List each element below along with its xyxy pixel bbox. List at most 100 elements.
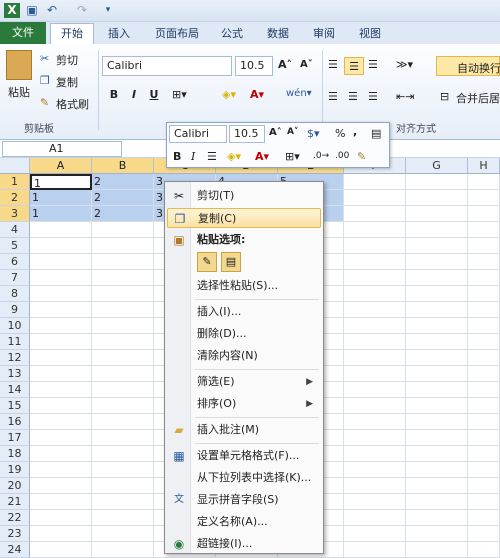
cell[interactable] bbox=[92, 222, 154, 238]
cell[interactable] bbox=[468, 542, 500, 558]
row-header[interactable]: 8 bbox=[0, 286, 30, 302]
row-header[interactable]: 18 bbox=[0, 446, 30, 462]
tab-review[interactable]: 审阅 bbox=[304, 24, 344, 44]
borders-icon[interactable]: ⊞▾ bbox=[172, 88, 187, 101]
align-bottom-icon[interactable]: ☰ bbox=[368, 58, 378, 71]
cell[interactable]: 2 bbox=[92, 206, 154, 222]
tab-formulas[interactable]: 公式 bbox=[212, 24, 252, 44]
cell[interactable] bbox=[344, 494, 406, 510]
row-header[interactable]: 3 bbox=[0, 206, 30, 222]
cell[interactable] bbox=[30, 238, 92, 254]
cell[interactable] bbox=[344, 462, 406, 478]
row-header[interactable]: 17 bbox=[0, 430, 30, 446]
cell[interactable] bbox=[344, 270, 406, 286]
cell[interactable] bbox=[92, 494, 154, 510]
cell[interactable] bbox=[30, 542, 92, 558]
phonetic-icon[interactable]: wén▾ bbox=[286, 88, 312, 99]
copy-button[interactable]: 复制 bbox=[56, 74, 78, 90]
cell[interactable] bbox=[30, 446, 92, 462]
cell[interactable]: 2 bbox=[92, 190, 154, 206]
cell[interactable] bbox=[468, 366, 500, 382]
cell[interactable] bbox=[92, 478, 154, 494]
cell[interactable] bbox=[406, 398, 468, 414]
cell[interactable] bbox=[30, 398, 92, 414]
cell[interactable] bbox=[344, 478, 406, 494]
row-header[interactable]: 19 bbox=[0, 462, 30, 478]
tab-file[interactable]: 文件 bbox=[0, 22, 46, 44]
cell[interactable] bbox=[344, 398, 406, 414]
cell[interactable] bbox=[30, 222, 92, 238]
cell[interactable] bbox=[30, 382, 92, 398]
cell[interactable] bbox=[468, 398, 500, 414]
align-center-icon[interactable]: ☰ bbox=[348, 90, 358, 103]
cell[interactable] bbox=[406, 190, 468, 206]
cell[interactable] bbox=[30, 430, 92, 446]
cell[interactable] bbox=[30, 286, 92, 302]
cell[interactable]: 1 bbox=[30, 174, 92, 190]
cell[interactable] bbox=[344, 526, 406, 542]
col-header-g[interactable]: G bbox=[406, 158, 468, 174]
shrink-font-icon[interactable]: A˅ bbox=[300, 59, 313, 70]
cell[interactable] bbox=[406, 430, 468, 446]
mini-font-size-box[interactable]: 10.5 bbox=[229, 125, 265, 143]
cell[interactable] bbox=[92, 446, 154, 462]
cell[interactable] bbox=[344, 238, 406, 254]
cell[interactable] bbox=[406, 462, 468, 478]
cell[interactable] bbox=[406, 510, 468, 526]
cell[interactable] bbox=[92, 238, 154, 254]
select-all-corner[interactable] bbox=[0, 158, 30, 174]
row-header[interactable]: 2 bbox=[0, 190, 30, 206]
menu-item-cut[interactable]: ✂ 剪切(T) bbox=[167, 186, 321, 206]
cell[interactable] bbox=[92, 414, 154, 430]
menu-item-delete[interactable]: 删除(D)... bbox=[167, 324, 321, 344]
cell[interactable] bbox=[468, 446, 500, 462]
row-header[interactable]: 23 bbox=[0, 526, 30, 542]
cell[interactable] bbox=[344, 430, 406, 446]
bold-button[interactable]: B bbox=[104, 86, 124, 104]
cell[interactable] bbox=[344, 414, 406, 430]
menu-item-hyperlink[interactable]: ◉ 超链接(I)... bbox=[167, 534, 321, 554]
row-header[interactable]: 20 bbox=[0, 478, 30, 494]
cell[interactable] bbox=[92, 270, 154, 286]
italic-button[interactable]: I bbox=[124, 86, 144, 104]
cell[interactable] bbox=[468, 190, 500, 206]
cell[interactable] bbox=[30, 350, 92, 366]
undo-icon[interactable]: ↶ bbox=[44, 3, 60, 18]
cell[interactable] bbox=[468, 174, 500, 190]
cell[interactable] bbox=[468, 334, 500, 350]
cell[interactable] bbox=[406, 478, 468, 494]
cell[interactable] bbox=[406, 414, 468, 430]
cell[interactable] bbox=[92, 350, 154, 366]
cut-button[interactable]: 剪切 bbox=[56, 52, 78, 68]
mini-font-name-box[interactable]: Calibri bbox=[169, 125, 227, 143]
row-header[interactable]: 22 bbox=[0, 510, 30, 526]
menu-item-clear-contents[interactable]: 清除内容(N) bbox=[167, 346, 321, 366]
format-painter-button[interactable]: 格式刷 bbox=[56, 96, 89, 112]
cell[interactable] bbox=[92, 286, 154, 302]
cell[interactable] bbox=[92, 462, 154, 478]
cell[interactable] bbox=[92, 398, 154, 414]
cell[interactable] bbox=[344, 542, 406, 558]
cell[interactable] bbox=[468, 526, 500, 542]
cell[interactable] bbox=[92, 430, 154, 446]
row-header[interactable]: 11 bbox=[0, 334, 30, 350]
paste-icon[interactable] bbox=[6, 50, 32, 80]
menu-item-define-name[interactable]: 定义名称(A)... bbox=[167, 512, 321, 532]
cell[interactable] bbox=[468, 238, 500, 254]
cell[interactable] bbox=[468, 302, 500, 318]
mini-format-icon[interactable]: ▤ bbox=[371, 127, 381, 140]
cell[interactable] bbox=[344, 318, 406, 334]
cell[interactable]: 2 bbox=[92, 174, 154, 190]
font-name-box[interactable]: Calibri bbox=[102, 56, 232, 76]
align-top-icon[interactable]: ☰ bbox=[328, 58, 338, 71]
cell[interactable] bbox=[344, 190, 406, 206]
menu-item-paste-special[interactable]: 选择性粘贴(S)... bbox=[167, 276, 321, 296]
cell[interactable] bbox=[92, 542, 154, 558]
merge-icon[interactable]: ⊟ bbox=[440, 90, 449, 103]
save-icon[interactable]: ▣ bbox=[24, 3, 40, 18]
cell[interactable] bbox=[344, 446, 406, 462]
tab-home[interactable]: 开始 bbox=[50, 23, 94, 44]
cell[interactable] bbox=[92, 334, 154, 350]
cell[interactable] bbox=[344, 302, 406, 318]
cell[interactable] bbox=[344, 222, 406, 238]
